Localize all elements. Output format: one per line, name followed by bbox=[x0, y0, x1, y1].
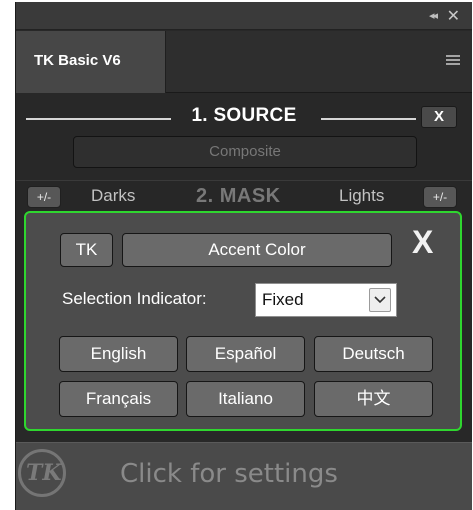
hamburger-icon[interactable] bbox=[446, 55, 460, 66]
source-title: 1. SOURCE bbox=[16, 105, 472, 127]
close-icon[interactable]: ✕ bbox=[447, 6, 460, 26]
mask-row: +/- Darks 2. MASK Lights +/- bbox=[16, 180, 472, 210]
tk-basic-panel: ◂◂ ✕ TK Basic V6 1. SOURCE X Composite +… bbox=[15, 2, 472, 510]
darks-adjust-button[interactable]: +/- bbox=[27, 186, 61, 208]
collapse-icon[interactable]: ◂◂ bbox=[429, 9, 438, 22]
panel-title-strip: ◂◂ ✕ bbox=[16, 2, 472, 30]
footer-label: Click for settings bbox=[120, 459, 338, 489]
tk-logo-text: TK bbox=[26, 460, 62, 486]
settings-close-button[interactable]: X bbox=[412, 224, 433, 261]
lights-label: Lights bbox=[339, 186, 385, 205]
language-button-espanol[interactable]: Español bbox=[186, 336, 305, 372]
tk-logo-icon: TK bbox=[18, 449, 66, 497]
tab-tk-basic[interactable]: TK Basic V6 bbox=[16, 31, 166, 93]
lights-adjust-button[interactable]: +/- bbox=[423, 186, 457, 208]
tk-button[interactable]: TK bbox=[60, 233, 113, 267]
selection-indicator-label: Selection Indicator: bbox=[62, 289, 207, 308]
language-button-deutsch[interactable]: Deutsch bbox=[314, 336, 433, 372]
selection-indicator-value: Fixed bbox=[262, 290, 304, 309]
source-selector[interactable]: Composite bbox=[73, 136, 417, 168]
source-clear-button[interactable]: X bbox=[421, 106, 457, 128]
settings-footer-button[interactable]: TK Click for settings bbox=[16, 442, 472, 510]
darks-label: Darks bbox=[91, 186, 136, 205]
tab-row: TK Basic V6 bbox=[16, 31, 472, 93]
language-button-chinese[interactable]: 中文 bbox=[314, 381, 433, 417]
mask-title: 2. MASK bbox=[196, 185, 281, 207]
source-section: 1. SOURCE X Composite bbox=[16, 94, 472, 180]
selection-indicator-select[interactable]: Fixed bbox=[255, 283, 397, 317]
language-button-francais[interactable]: Français bbox=[59, 381, 178, 417]
accent-color-button[interactable]: Accent Color bbox=[122, 233, 392, 267]
language-button-italiano[interactable]: Italiano bbox=[186, 381, 305, 417]
settings-box: TK Accent Color X Selection Indicator: F… bbox=[24, 211, 462, 431]
language-button-english[interactable]: English bbox=[59, 336, 178, 372]
chevron-down-icon[interactable] bbox=[369, 288, 391, 312]
